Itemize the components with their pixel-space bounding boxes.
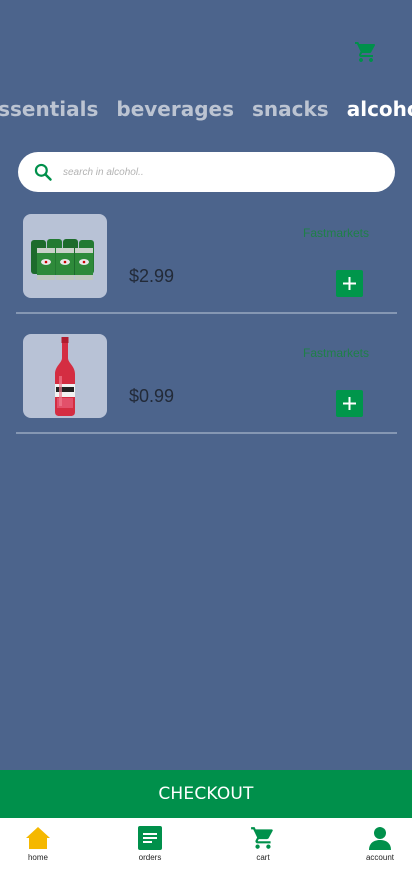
nav-cart[interactable]: cart — [228, 818, 298, 870]
home-icon — [25, 825, 51, 851]
product-origin: Fastmarkets — [302, 346, 369, 360]
orders-icon — [137, 825, 163, 851]
checkout-button[interactable]: CHECKOUT — [0, 770, 412, 818]
product-price: $0.99 — [129, 386, 175, 406]
nav-home[interactable]: home — [3, 818, 73, 870]
plus-icon — [343, 277, 356, 290]
product-origin: Fastmarkets — [302, 226, 369, 240]
search-bar — [18, 152, 395, 192]
plus-icon — [343, 397, 356, 410]
tab-snacks[interactable]: snacks — [243, 97, 338, 121]
nav-label: cart — [256, 853, 270, 862]
add-to-cart-button[interactable] — [336, 390, 363, 417]
cart-icon[interactable] — [354, 40, 378, 64]
category-tabs: essentials beverages snacks alcohol — [0, 96, 412, 122]
nav-label: account — [365, 853, 395, 862]
nav-orders[interactable]: orders — [115, 818, 185, 870]
account-icon — [367, 825, 393, 851]
beer-six-pack-image — [23, 214, 107, 298]
search-icon[interactable] — [33, 162, 53, 182]
breezer-bottle-image — [23, 334, 107, 418]
product-price: $2.99 — [129, 266, 175, 286]
cart-icon — [250, 825, 276, 851]
search-input[interactable] — [63, 160, 363, 184]
nav-label: orders — [138, 853, 162, 862]
nav-account[interactable]: account — [345, 818, 412, 870]
tab-alcohol[interactable]: alcohol — [338, 97, 412, 121]
tab-essentials[interactable]: essentials — [0, 97, 107, 121]
product-card[interactable]: Fastmarkets $2.99 — [16, 214, 397, 314]
tab-beverages[interactable]: beverages — [107, 97, 243, 121]
nav-label: home — [27, 853, 48, 862]
add-to-cart-button[interactable] — [336, 270, 363, 297]
product-card[interactable]: Fastmarkets $0.99 — [16, 334, 397, 434]
bottom-nav: home orders cart account — [0, 818, 412, 870]
